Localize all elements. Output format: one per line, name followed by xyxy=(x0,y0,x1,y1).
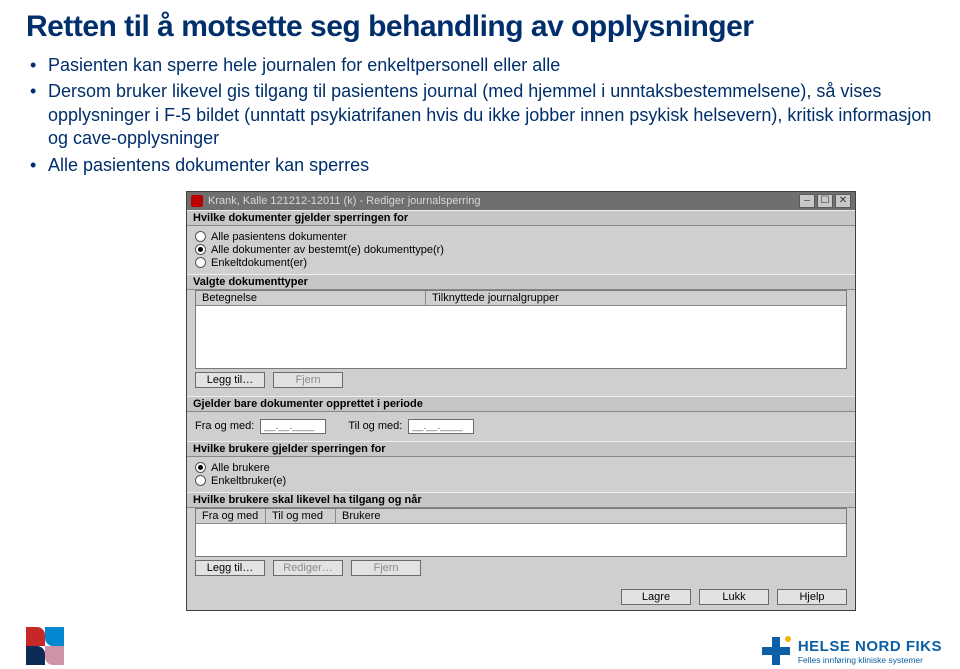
col-betegnelse[interactable]: Betegnelse xyxy=(196,291,426,305)
radio-label: Alle dokumenter av bestemt(e) dokumentty… xyxy=(211,244,444,256)
group-docs-heading: Hvilke dokumenter gjelder sperringen for xyxy=(187,210,855,226)
radio-icon xyxy=(195,475,206,486)
bullet-item: Pasienten kan sperre hele journalen for … xyxy=(30,54,934,77)
from-date-input[interactable]: __.__.____ xyxy=(260,419,326,434)
radio-label: Enkeltbruker(e) xyxy=(211,475,286,487)
helse-nord-icon xyxy=(762,637,790,665)
radio-single-doc[interactable]: Enkeltdokument(er) xyxy=(195,257,847,269)
radio-icon xyxy=(195,231,206,242)
remove-doctype-button[interactable]: Fjern xyxy=(273,372,343,388)
bullet-item: Alle pasientens dokumenter kan sperres xyxy=(30,154,934,177)
exception-grid[interactable]: Fra og med Til og med Brukere xyxy=(195,508,847,557)
brand-subtitle: Felles innføring kliniske systemer xyxy=(798,655,942,665)
app-icon xyxy=(191,195,203,207)
radio-label: Enkeltdokument(er) xyxy=(211,257,307,269)
col-journalgroups[interactable]: Tilknyttede journalgrupper xyxy=(426,291,846,305)
to-label: Til og med: xyxy=(348,420,402,432)
radio-icon xyxy=(195,462,206,473)
brand-block: HELSE NORD FIKS Felles innføring klinisk… xyxy=(762,637,942,665)
col-exc-to[interactable]: Til og med xyxy=(266,509,336,523)
save-button[interactable]: Lagre xyxy=(621,589,691,605)
radio-icon xyxy=(195,244,206,255)
from-label: Fra og med: xyxy=(195,420,254,432)
to-date-input[interactable]: __.__.____ xyxy=(408,419,474,434)
puzzle-logo-icon xyxy=(26,627,64,665)
radio-label: Alle pasientens dokumenter xyxy=(211,231,347,243)
col-exc-users[interactable]: Brukere xyxy=(336,509,846,523)
add-exception-button[interactable]: Legg til… xyxy=(195,560,265,576)
radio-single-users[interactable]: Enkeltbruker(e) xyxy=(195,475,847,487)
dialog-titlebar[interactable]: Krank, Kalle 121212-12011 (k) - Rediger … xyxy=(187,192,855,210)
close-button[interactable]: ✕ xyxy=(835,194,851,208)
dialog-title: Krank, Kalle 121212-12011 (k) - Rediger … xyxy=(208,195,797,207)
radio-doctype[interactable]: Alle dokumenter av bestemt(e) dokumentty… xyxy=(195,244,847,256)
bullet-item: Dersom bruker likevel gis tilgang til pa… xyxy=(30,80,934,150)
group-users-heading: Hvilke brukere gjelder sperringen for xyxy=(187,441,855,457)
radio-label: Alle brukere xyxy=(211,462,270,474)
remove-exception-button[interactable]: Fjern xyxy=(351,560,421,576)
radio-all-docs[interactable]: Alle pasientens dokumenter xyxy=(195,231,847,243)
grid-body[interactable] xyxy=(196,306,846,368)
close-dialog-button[interactable]: Lukk xyxy=(699,589,769,605)
brand-title: HELSE NORD FIKS xyxy=(798,638,942,655)
bullet-list: Pasienten kan sperre hele journalen for … xyxy=(26,54,934,177)
page-title: Retten til å motsette seg behandling av … xyxy=(26,10,934,44)
group-selected-types-heading: Valgte dokumenttyper xyxy=(187,274,855,290)
group-period-heading: Gjelder bare dokumenter opprettet i peri… xyxy=(187,396,855,412)
minimize-button[interactable]: – xyxy=(799,194,815,208)
grid-body[interactable] xyxy=(196,524,846,556)
radio-all-users[interactable]: Alle brukere xyxy=(195,462,847,474)
radio-icon xyxy=(195,257,206,268)
doctype-grid[interactable]: Betegnelse Tilknyttede journalgrupper xyxy=(195,290,847,369)
edit-exception-button[interactable]: Rediger… xyxy=(273,560,343,576)
group-exception-heading: Hvilke brukere skal likevel ha tilgang o… xyxy=(187,492,855,508)
journal-lock-dialog: Krank, Kalle 121212-12011 (k) - Rediger … xyxy=(186,191,856,611)
add-doctype-button[interactable]: Legg til… xyxy=(195,372,265,388)
col-exc-from[interactable]: Fra og med xyxy=(196,509,266,523)
maximize-button[interactable]: ☐ xyxy=(817,194,833,208)
help-button[interactable]: Hjelp xyxy=(777,589,847,605)
